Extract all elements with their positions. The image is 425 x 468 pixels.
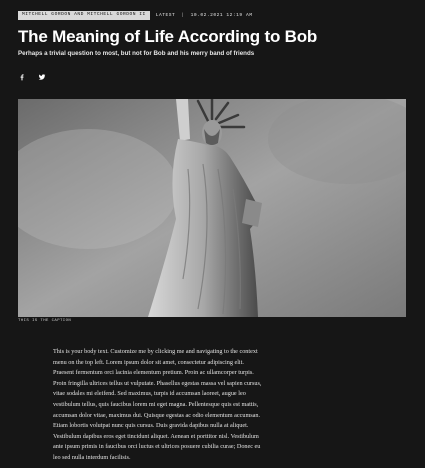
twitter-icon[interactable] <box>38 68 46 80</box>
publish-date: 10.02.2021 12:19 AM <box>190 12 253 18</box>
article-meta: MITCHELL GORDON AND MITCHELL GORDON II L… <box>18 11 252 20</box>
image-caption: THIS IS THE CAPTION <box>18 319 72 323</box>
author-tag[interactable]: MITCHELL GORDON AND MITCHELL GORDON II <box>18 11 150 20</box>
article-title: The Meaning of Life According to Bob <box>18 27 318 46</box>
facebook-icon[interactable] <box>18 68 26 81</box>
social-share <box>18 68 46 81</box>
article-body: This is your body text. Customize me by … <box>53 348 262 461</box>
hero-image <box>18 99 406 317</box>
article-subtitle: Perhaps a trivial question to most, but … <box>18 50 255 57</box>
section-label: LATEST <box>155 12 176 18</box>
meta-divider: | <box>181 12 185 18</box>
